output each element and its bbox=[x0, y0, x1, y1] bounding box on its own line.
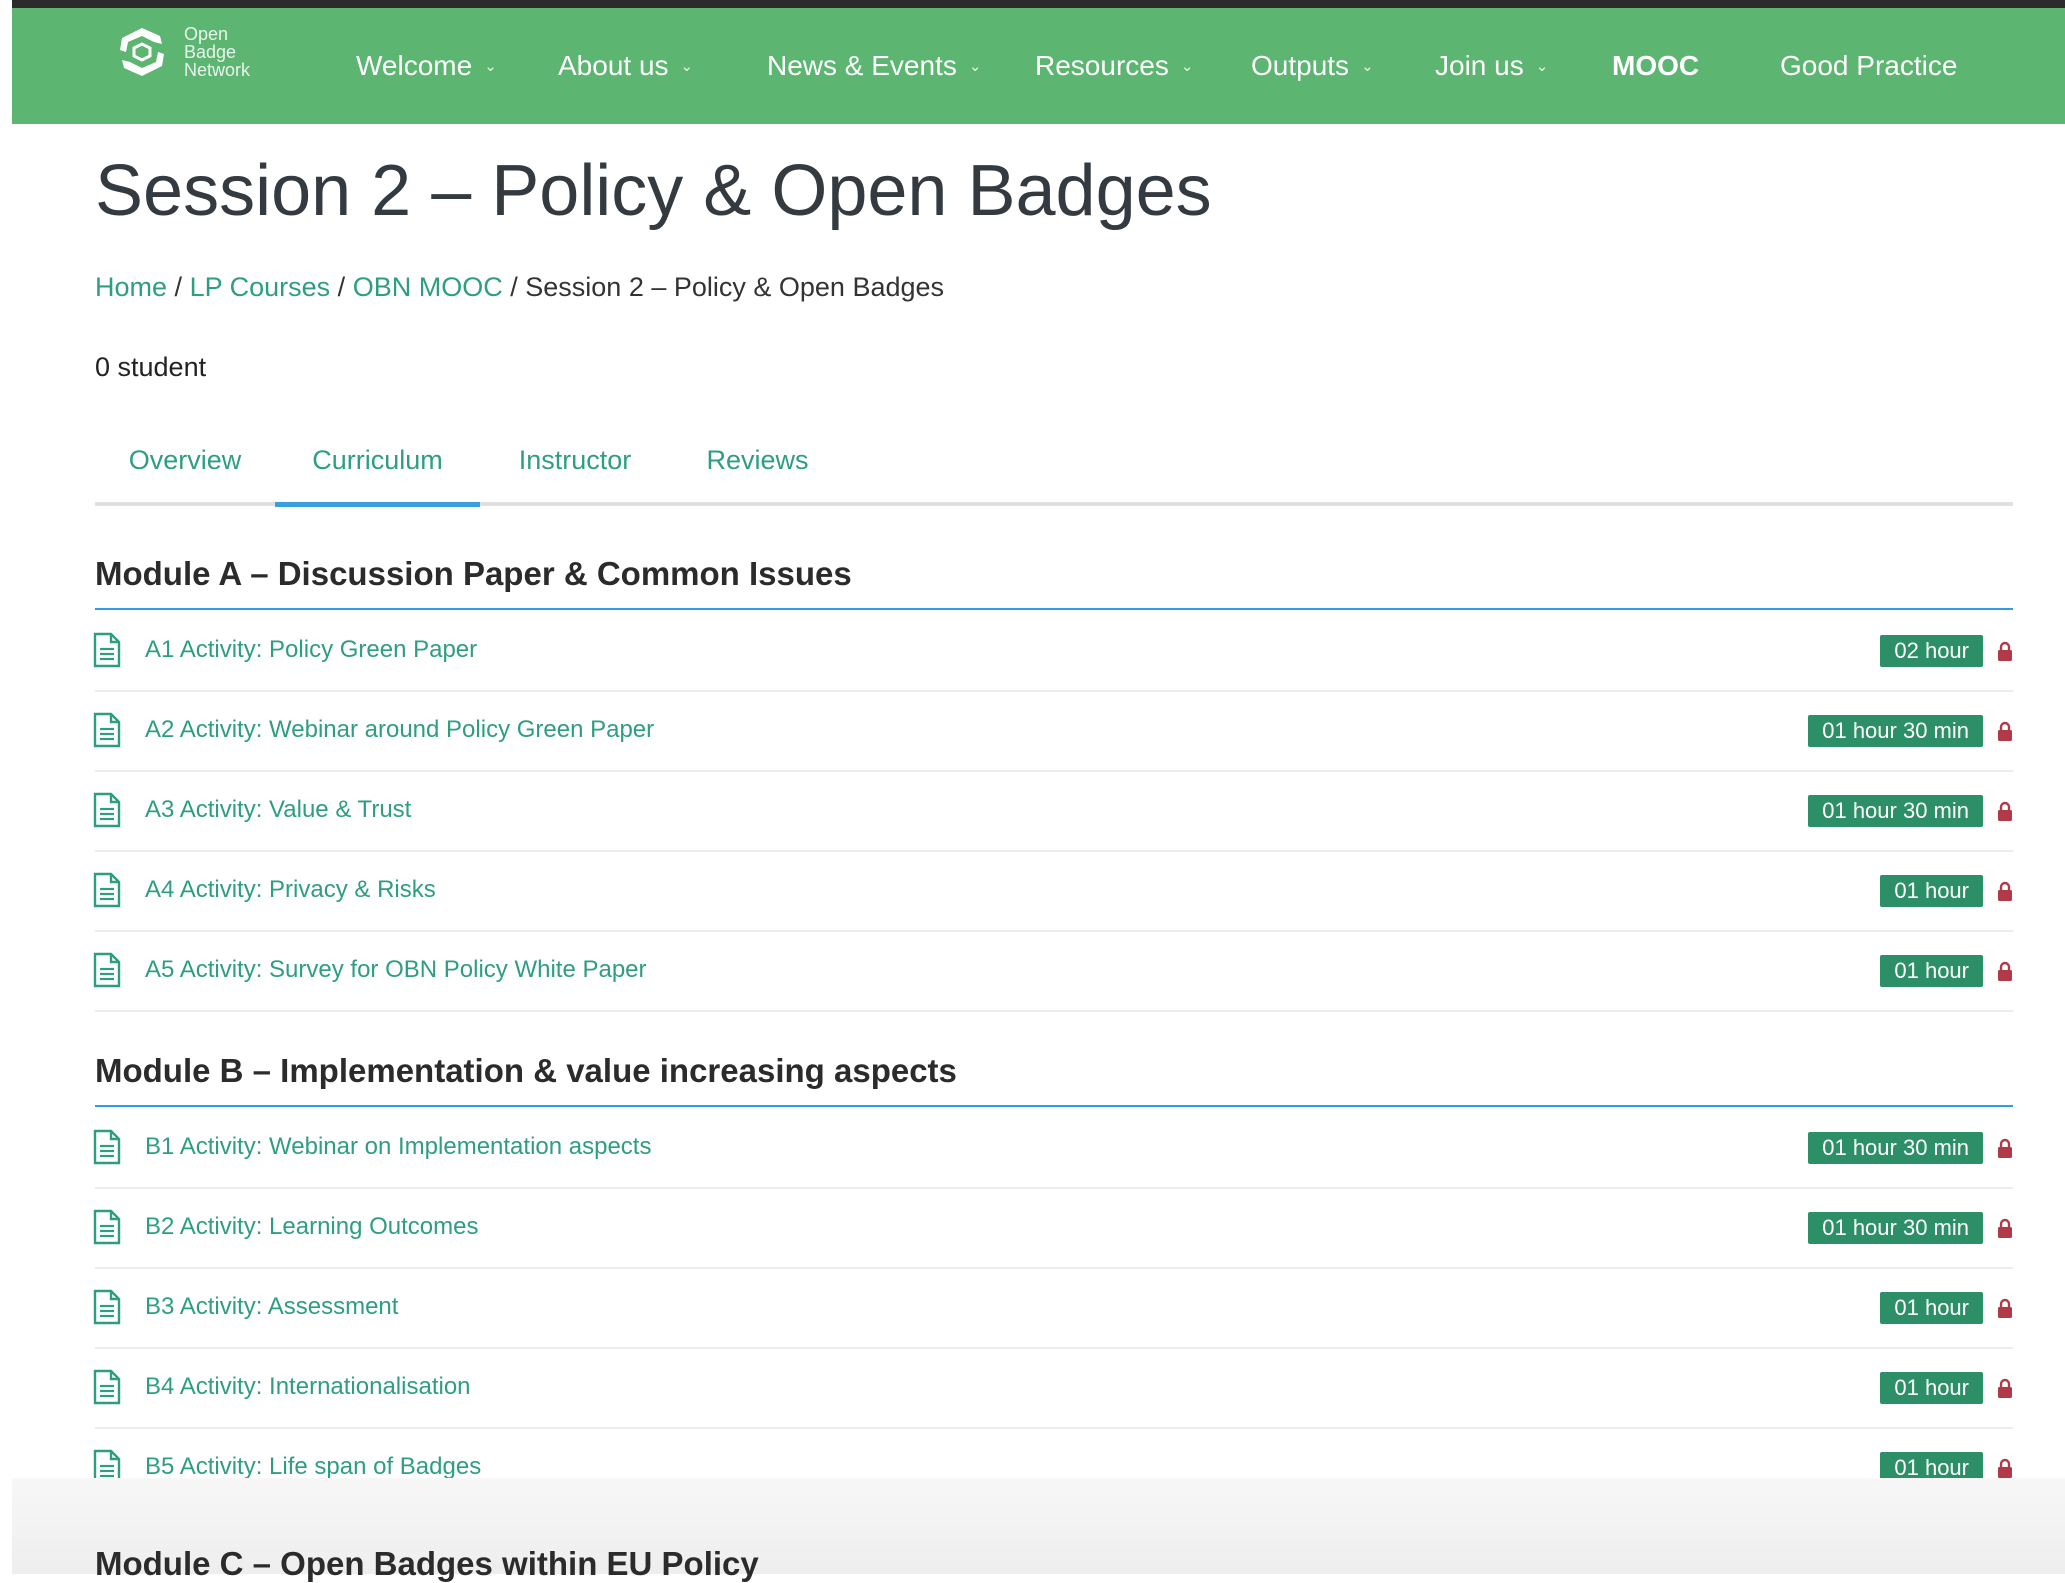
lock-icon bbox=[1998, 1378, 2012, 1398]
duration-badge: 01 hour bbox=[1880, 1292, 1983, 1324]
file-text-icon bbox=[93, 1289, 121, 1325]
lesson-title[interactable]: A3 Activity: Value & Trust bbox=[145, 796, 411, 824]
course-tabs: Overview Curriculum Instructor Reviews bbox=[95, 430, 2013, 507]
duration-badge: 01 hour bbox=[1880, 955, 1983, 987]
file-text-icon bbox=[93, 712, 121, 748]
nav-item-about-us[interactable]: About us ⌄ bbox=[558, 50, 693, 82]
nav-item-label: Join us bbox=[1435, 50, 1524, 81]
duration-badge: 01 hour 30 min bbox=[1808, 1132, 1983, 1164]
nav-item-outputs[interactable]: Outputs ⌄ bbox=[1251, 50, 1374, 82]
chevron-down-icon: ⌄ bbox=[680, 58, 694, 75]
duration-badge: 01 hour bbox=[1880, 1372, 1983, 1404]
file-text-icon bbox=[93, 1369, 121, 1405]
nav-item-join-us[interactable]: Join us ⌄ bbox=[1435, 50, 1548, 82]
logo-text: Open Badge Network bbox=[184, 25, 250, 79]
nav-item-label: Good Practice bbox=[1780, 50, 1958, 81]
tab-reviews[interactable]: Reviews bbox=[670, 430, 845, 502]
breadcrumb-separator: / bbox=[174, 272, 183, 302]
module-title: Module C – Open Badges within EU Policy bbox=[95, 1545, 759, 1582]
nav-item-mooc[interactable]: MOOC bbox=[1612, 50, 1699, 82]
chevron-down-icon: ⌄ bbox=[1180, 58, 1194, 75]
student-count: 0 student bbox=[95, 352, 207, 382]
duration-badge: 02 hour bbox=[1880, 635, 1983, 667]
chevron-down-icon: ⌄ bbox=[484, 58, 497, 75]
chevron-down-icon: ⌄ bbox=[1361, 58, 1374, 75]
duration-badge: 01 hour 30 min bbox=[1808, 795, 1983, 827]
file-text-icon bbox=[93, 632, 121, 668]
duration-badge: 01 hour 30 min bbox=[1808, 715, 1983, 747]
lesson-title[interactable]: A5 Activity: Survey for OBN Policy White… bbox=[145, 956, 647, 984]
chevron-down-icon: ⌄ bbox=[1535, 58, 1549, 75]
top-navbar: Open Badge Network Welcome ⌄ About us ⌄ … bbox=[12, 8, 2065, 124]
file-text-icon bbox=[93, 952, 121, 988]
lesson-title[interactable]: A4 Activity: Privacy & Risks bbox=[145, 876, 436, 904]
nav-item-label: MOOC bbox=[1612, 50, 1700, 81]
breadcrumb-separator: / bbox=[337, 272, 346, 302]
lock-icon bbox=[1998, 641, 2012, 661]
breadcrumb-current: Session 2 – Policy & Open Badges bbox=[525, 272, 945, 302]
lesson-row[interactable]: A4 Activity: Privacy & Risks 01 hour bbox=[93, 850, 2013, 932]
nav-item-news-events[interactable]: News & Events ⌄ bbox=[767, 50, 981, 82]
lesson-row[interactable]: B4 Activity: Internationalisation 01 hour bbox=[93, 1347, 2013, 1429]
file-text-icon bbox=[93, 1129, 121, 1165]
window-edge bbox=[0, 0, 12, 1574]
logo-line-2: Badge bbox=[184, 42, 237, 62]
breadcrumb: Home / LP Courses / OBN MOOC / Session 2… bbox=[95, 272, 944, 303]
breadcrumb-lp-courses[interactable]: LP Courses bbox=[190, 272, 331, 302]
breadcrumb-home[interactable]: Home bbox=[95, 272, 167, 302]
lock-icon bbox=[1998, 961, 2012, 981]
page-title: Session 2 – Policy & Open Badges bbox=[95, 151, 1212, 231]
nav-item-welcome[interactable]: Welcome ⌄ bbox=[356, 50, 497, 82]
breadcrumb-separator: / bbox=[510, 272, 518, 302]
file-text-icon bbox=[93, 872, 121, 908]
file-text-icon bbox=[93, 792, 121, 828]
lesson-row[interactable]: A5 Activity: Survey for OBN Policy White… bbox=[93, 930, 2013, 1012]
tab-curriculum[interactable]: Curriculum bbox=[275, 430, 480, 507]
chevron-down-icon: ⌄ bbox=[968, 58, 982, 75]
lesson-title[interactable]: A2 Activity: Webinar around Policy Green… bbox=[145, 716, 654, 744]
lock-icon bbox=[1998, 721, 2012, 741]
top-border bbox=[12, 0, 2065, 8]
site-logo[interactable]: Open Badge Network bbox=[112, 22, 250, 82]
lesson-row[interactable]: B2 Activity: Learning Outcomes 01 hour 30… bbox=[93, 1187, 2013, 1269]
lock-icon bbox=[1998, 1138, 2012, 1158]
module-title: Module A – Discussion Paper & Common Iss… bbox=[95, 555, 852, 592]
nav-item-label: Welcome bbox=[356, 50, 473, 81]
tab-overview[interactable]: Overview bbox=[95, 430, 275, 502]
nav-item-resources[interactable]: Resources ⌄ bbox=[1035, 50, 1193, 82]
nav-item-label: Outputs bbox=[1251, 50, 1350, 81]
nav-item-label: News & Events bbox=[767, 50, 957, 81]
logo-line-3: Network bbox=[184, 60, 251, 80]
lock-icon bbox=[1998, 881, 2012, 901]
lesson-title[interactable]: B2 Activity: Learning Outcomes bbox=[145, 1213, 479, 1241]
duration-badge: 01 hour 30 min bbox=[1808, 1212, 1983, 1244]
nav-item-label: Resources bbox=[1035, 50, 1169, 81]
lesson-title[interactable]: B5 Activity: Life span of Badges bbox=[145, 1453, 481, 1481]
lesson-title[interactable]: B1 Activity: Webinar on Implementation a… bbox=[145, 1133, 651, 1161]
lesson-row[interactable]: B3 Activity: Assessment 01 hour bbox=[93, 1267, 2013, 1349]
duration-badge: 01 hour bbox=[1880, 875, 1983, 907]
module-title: Module B – Implementation & value increa… bbox=[95, 1052, 957, 1089]
lesson-title[interactable]: A1 Activity: Policy Green Paper bbox=[145, 636, 477, 664]
tab-instructor[interactable]: Instructor bbox=[480, 430, 670, 502]
lesson-row[interactable]: A3 Activity: Value & Trust 01 hour 30 min bbox=[93, 770, 2013, 852]
lock-icon bbox=[1998, 801, 2012, 821]
lesson-row[interactable]: A2 Activity: Webinar around Policy Green… bbox=[93, 690, 2013, 772]
lesson-row[interactable]: A1 Activity: Policy Green Paper 02 hour bbox=[93, 610, 2013, 692]
lock-icon bbox=[1998, 1458, 2012, 1478]
nav-item-label: About us bbox=[558, 50, 669, 81]
open-badge-network-logo-icon bbox=[120, 28, 164, 76]
lesson-title[interactable]: B3 Activity: Assessment bbox=[145, 1293, 398, 1321]
nav-item-good-practice[interactable]: Good Practice bbox=[1780, 50, 1957, 82]
lesson-row[interactable]: B1 Activity: Webinar on Implementation a… bbox=[93, 1107, 2013, 1189]
lesson-title[interactable]: B4 Activity: Internationalisation bbox=[145, 1373, 471, 1401]
lock-icon bbox=[1998, 1298, 2012, 1318]
file-text-icon bbox=[93, 1209, 121, 1245]
breadcrumb-obn-mooc[interactable]: OBN MOOC bbox=[353, 272, 503, 302]
lock-icon bbox=[1998, 1218, 2012, 1238]
logo-line-1: Open bbox=[184, 24, 229, 44]
